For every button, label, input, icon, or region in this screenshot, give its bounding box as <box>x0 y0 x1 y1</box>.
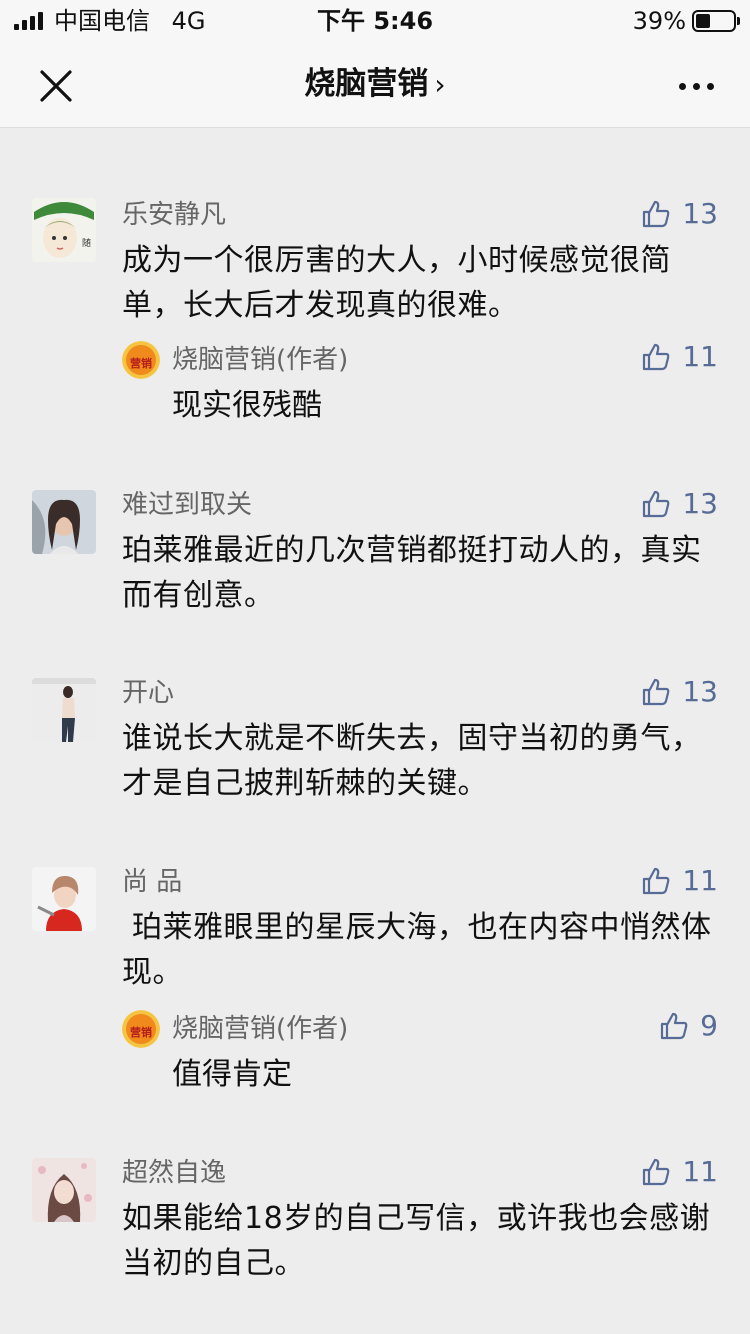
status-bar: 中国电信 4G 下午 5:46 39% <box>0 0 750 42</box>
like-button[interactable]: 11 <box>640 863 718 899</box>
thumbs-up-icon <box>643 490 670 518</box>
reply-text: 现实很残酷 <box>172 388 322 423</box>
avatar[interactable] <box>32 1158 96 1222</box>
author-avatar[interactable]: 营销 <box>122 341 160 379</box>
like-count: 11 <box>682 864 718 897</box>
svg-text:随: 随 <box>82 237 91 249</box>
battery-icon <box>692 10 740 32</box>
comment-text: 珀莱雅最近的几次营销都挺打动人的，真实而有创意。 <box>122 533 702 613</box>
page-title[interactable]: 烧脑营销 › <box>0 64 750 105</box>
thumbs-up-icon <box>643 867 670 895</box>
thumbs-up-icon <box>661 1012 688 1040</box>
comment-text: 珀莱雅眼里的星辰大海，也在内容中悄然体现。 <box>122 910 712 990</box>
author-avatar[interactable]: 营销 <box>122 1010 160 1048</box>
avatar[interactable] <box>32 678 96 742</box>
comment-author[interactable]: 难过到取关 <box>122 488 252 522</box>
avatar[interactable] <box>32 490 96 554</box>
like-button[interactable]: 13 <box>640 486 718 522</box>
thumbs-up-icon <box>643 343 670 371</box>
like-count: 9 <box>700 1009 718 1042</box>
comment-text: 谁说长大就是不断失去，固守当初的勇气，才是自己披荆斩棘的关键。 <box>122 721 702 801</box>
comment-author[interactable]: 超然自逸 <box>122 1156 226 1190</box>
nav-bar: 烧脑营销 › <box>0 42 750 128</box>
author-logo-text: 营销 <box>130 356 152 370</box>
thumbs-up-icon <box>643 1158 670 1186</box>
avatar[interactable]: 随 <box>32 198 96 262</box>
battery-percent: 39% <box>632 7 686 35</box>
like-count: 13 <box>682 197 718 230</box>
thumbs-up-icon <box>643 678 670 706</box>
comment-text: 如果能给18岁的自己写信，或许我也会感谢当初的自己。 <box>122 1201 711 1281</box>
avatar[interactable] <box>32 867 96 931</box>
like-button[interactable]: 11 <box>640 339 718 375</box>
comment-author[interactable]: 尚 品 <box>122 865 182 899</box>
like-button[interactable]: 13 <box>640 196 718 232</box>
thumbs-up-icon <box>643 200 670 228</box>
comment-text: 成为一个很厉害的大人，小时候感觉很简单，长大后才发现真的很难。 <box>122 243 671 323</box>
author-logo-text: 营销 <box>130 1025 152 1039</box>
reply-text: 值得肯定 <box>172 1057 292 1092</box>
like-count: 11 <box>682 1155 718 1188</box>
more-icon[interactable] <box>672 66 720 106</box>
reply-author[interactable]: 烧脑营销(作者) <box>172 343 348 377</box>
page-title-text: 烧脑营销 <box>304 66 429 102</box>
like-button[interactable]: 9 <box>658 1008 718 1044</box>
reply-author[interactable]: 烧脑营销(作者) <box>172 1012 348 1046</box>
like-button[interactable]: 13 <box>640 674 718 710</box>
like-button[interactable]: 11 <box>640 1154 718 1190</box>
like-count: 13 <box>682 675 718 708</box>
chevron-right-icon: › <box>434 68 446 101</box>
comment-author[interactable]: 开心 <box>122 676 174 710</box>
like-count: 11 <box>682 340 718 373</box>
comment-author[interactable]: 乐安静凡 <box>122 198 226 232</box>
like-count: 13 <box>682 487 718 520</box>
